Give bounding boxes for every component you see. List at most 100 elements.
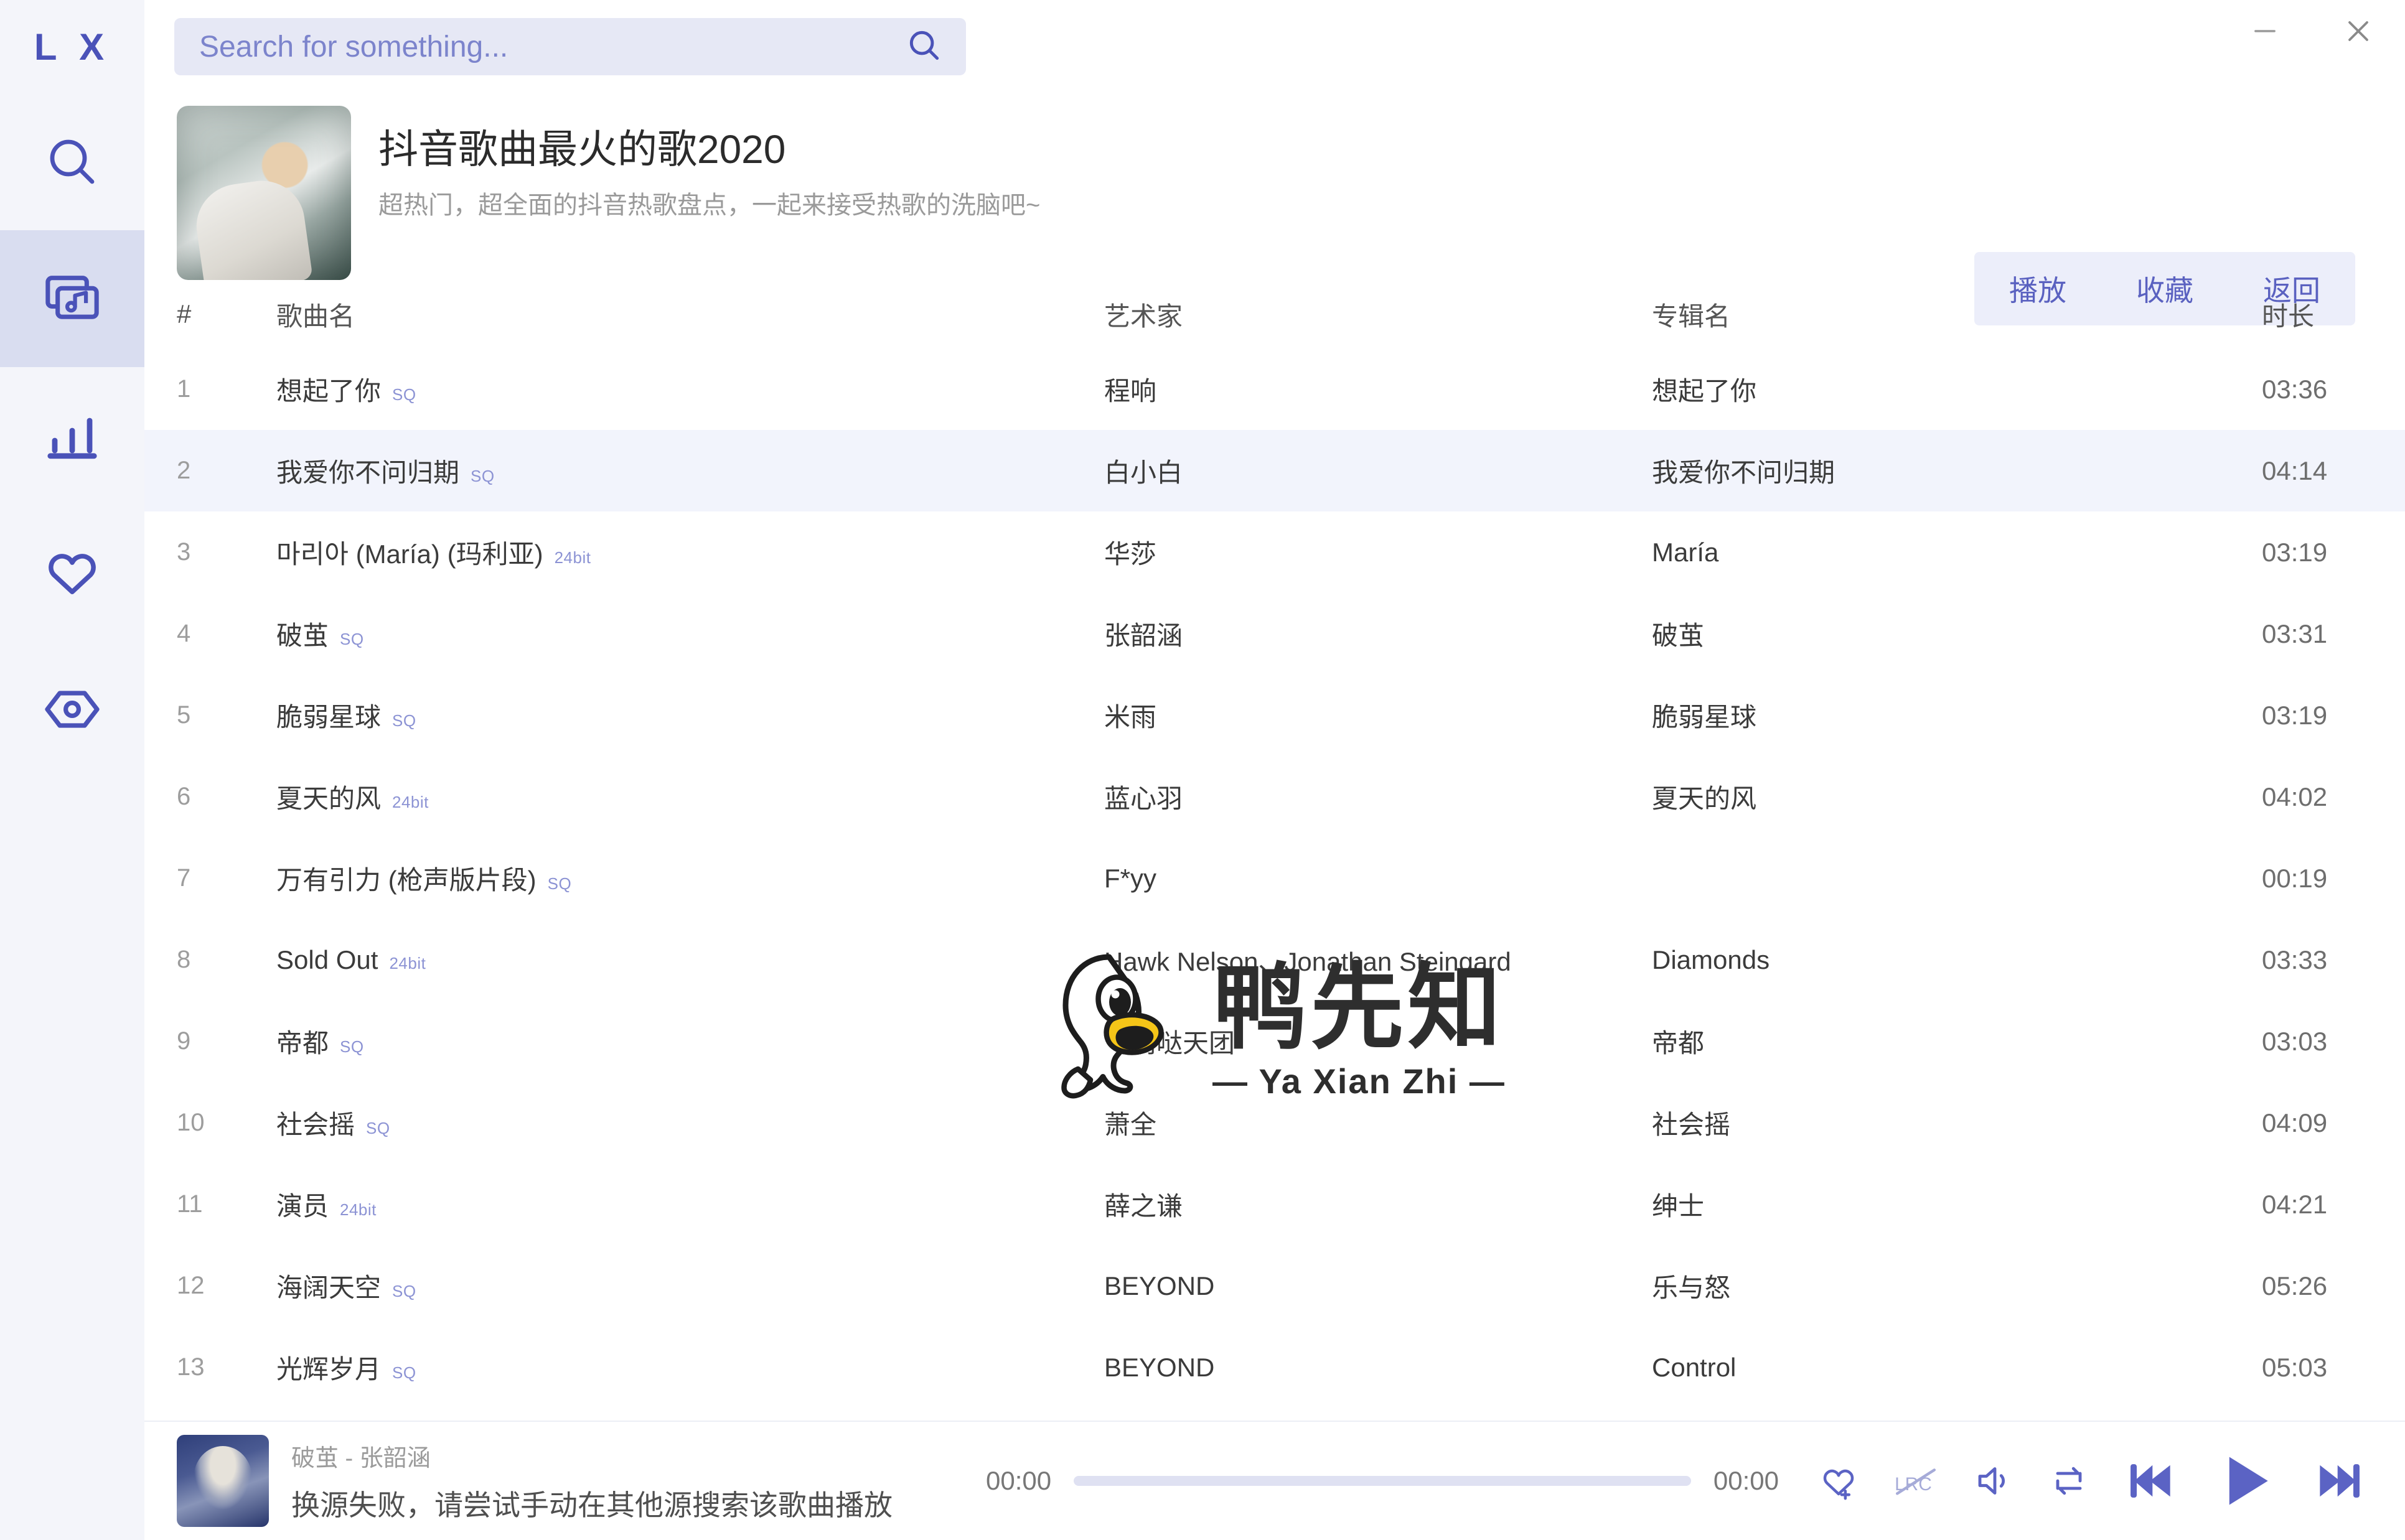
row-number: 1 (177, 375, 191, 403)
progress-slider[interactable] (1074, 1476, 1691, 1486)
row-duration: 03:33 (2262, 945, 2328, 974)
row-artist: BEYOND (1104, 1271, 1215, 1300)
song-title: 社会摇 (276, 1110, 355, 1139)
row-title-cell: 帝都 SQ (276, 1022, 1104, 1060)
quality-badge: SQ (340, 630, 364, 648)
table-row[interactable]: 2 我爱你不问归期 SQ 白小白 我爱你不问归期 04:14 (144, 430, 2405, 511)
quality-badge: SQ (547, 874, 572, 893)
quality-badge: SQ (366, 1119, 390, 1137)
table-row[interactable]: 13 光辉岁月 SQ BEYOND Control 05:03 (144, 1327, 2405, 1408)
row-number: 2 (177, 457, 191, 484)
table-row[interactable]: 10 社会摇 SQ 萧全 社会摇 04:09 (144, 1082, 2405, 1164)
table-header: # 歌曲名 艺术家 专辑名 时长 (144, 280, 2405, 348)
now-playing-cover (177, 1435, 269, 1527)
song-title: 夏天的风 (276, 784, 382, 813)
main-area: 抖音歌曲最火的歌2020 超热门，超全面的抖音热歌盘点，一起来接受热歌的洗脑吧~… (144, 0, 2405, 1540)
table-row[interactable]: 4 破茧 SQ 张韶涵 破茧 03:31 (144, 593, 2405, 674)
row-number: 3 (177, 538, 191, 566)
lrc-off-icon[interactable]: LRC (1892, 1458, 1939, 1503)
total-time: 00:00 (1713, 1466, 1779, 1495)
quality-badge: 24bit (389, 953, 426, 973)
row-duration: 04:09 (2262, 1108, 2328, 1137)
table-row[interactable]: 9 帝都 SQ 萌萌哒天团 帝都 03:03 (144, 1001, 2405, 1082)
row-duration: 03:03 (2262, 1026, 2328, 1056)
row-duration: 03:19 (2262, 537, 2328, 567)
sidebar-item-settings[interactable] (0, 641, 144, 778)
row-album: Control (1652, 1352, 1737, 1382)
row-album: 社会摇 (1652, 1110, 1731, 1139)
table-row[interactable]: 1 想起了你 SQ 程响 想起了你 03:36 (144, 348, 2405, 430)
search-input[interactable] (199, 29, 893, 64)
add-favorite-icon[interactable] (1816, 1458, 1861, 1503)
table-row[interactable]: 7 万有引力 (枪声版片段) SQ F*yy 00:19 (144, 838, 2405, 919)
progress-area: 00:00 00:00 (986, 1466, 1779, 1496)
row-title-cell: Sold Out 24bit (276, 945, 1104, 975)
table-row[interactable]: 8 Sold Out 24bit Hawk Nelson、Jonathan Stein… (144, 919, 2405, 1001)
play-icon[interactable] (2211, 1447, 2279, 1515)
header-artist: 艺术家 (1104, 301, 1183, 331)
top-bar (144, 0, 2405, 93)
bar-chart-icon (42, 406, 102, 465)
row-number: 12 (177, 1272, 205, 1299)
row-title-cell: 社会摇 SQ (276, 1104, 1104, 1142)
search-icon (42, 132, 102, 192)
playlist-music-icon (41, 268, 103, 330)
table-row[interactable]: 6 夏天的风 24bit 蓝心羽 夏天的风 04:02 (144, 756, 2405, 838)
row-album: 想起了你 (1652, 376, 1757, 406)
now-playing-info: 破茧 - 张韶涵 换源失败，请尝试手动在其他源搜索该歌曲播放 (291, 1439, 893, 1524)
row-number: 10 (177, 1109, 205, 1136)
row-artist: 萧全 (1104, 1110, 1157, 1139)
close-button[interactable] (2312, 0, 2405, 62)
window-controls (2218, 0, 2405, 93)
next-icon[interactable] (2310, 1452, 2368, 1510)
row-artist: BEYOND (1104, 1352, 1215, 1382)
row-artist: F*yy (1104, 863, 1156, 893)
row-number: 9 (177, 1027, 191, 1055)
table-row[interactable]: 11 演员 24bit 薛之谦 绅士 04:21 (144, 1164, 2405, 1245)
hexagon-eye-icon (42, 679, 102, 739)
row-number: 13 (177, 1353, 205, 1381)
row-artist: 张韶涵 (1104, 621, 1183, 650)
player-controls: LRC (1816, 1447, 2368, 1515)
player-status-text: 换源失败，请尝试手动在其他源搜索该歌曲播放 (291, 1488, 893, 1521)
row-title-cell: 마리아 (María) (玛利亚) 24bit (276, 533, 1104, 571)
sidebar-item-leaderboard[interactable] (0, 367, 144, 504)
volume-icon[interactable] (1971, 1458, 2015, 1503)
row-duration: 05:26 (2262, 1271, 2328, 1300)
table-row[interactable]: 3 마리아 (María) (玛利亚) 24bit 华莎 María 03:19 (144, 511, 2405, 593)
song-title: 演员 (276, 1192, 329, 1221)
sidebar-item-playlist[interactable] (0, 230, 144, 367)
playlist-header: 抖音歌曲最火的歌2020 超热门，超全面的抖音热歌盘点，一起来接受热歌的洗脑吧~… (144, 93, 2405, 325)
repeat-icon[interactable] (2046, 1458, 2091, 1503)
sidebar-item-favorites[interactable] (0, 504, 144, 641)
song-title: 光辉岁月 (276, 1355, 382, 1384)
previous-icon[interactable] (2122, 1452, 2180, 1510)
row-artist: 米雨 (1104, 702, 1157, 732)
song-title: 想起了你 (276, 376, 382, 406)
sidebar-item-search[interactable] (0, 93, 144, 230)
row-album: 破茧 (1652, 621, 1705, 650)
header-album: 专辑名 (1652, 301, 1731, 331)
row-title-cell: 想起了你 SQ (276, 370, 1104, 408)
row-title-cell: 万有引力 (枪声版片段) SQ (276, 859, 1104, 897)
search-icon[interactable] (905, 26, 944, 68)
table-row[interactable]: 5 脆弱星球 SQ 米雨 脆弱星球 03:19 (144, 674, 2405, 756)
search-box[interactable] (174, 18, 966, 75)
row-duration: 04:02 (2262, 782, 2328, 811)
song-title: 帝都 (276, 1029, 329, 1058)
header-num: # (177, 299, 192, 329)
minimize-button[interactable] (2218, 0, 2312, 62)
quality-badge: SQ (392, 1282, 416, 1300)
table-body: 1 想起了你 SQ 程响 想起了你 03:36 2 我爱你不问归期 SQ 白小白 我爱你不问归期 04… (144, 348, 2405, 1408)
playlist-subtitle: 超热门，超全面的抖音热歌盘点，一起来接受热歌的洗脑吧~ (378, 192, 1041, 219)
table-row[interactable]: 12 海阔天空 SQ BEYOND 乐与怒 05:26 (144, 1245, 2405, 1327)
row-title-cell: 演员 24bit (276, 1185, 1104, 1223)
row-artist: 蓝心羽 (1104, 784, 1183, 813)
quality-badge: SQ (392, 1363, 416, 1382)
row-title-cell: 光辉岁月 SQ (276, 1348, 1104, 1386)
row-duration: 03:36 (2262, 374, 2328, 404)
row-duration: 04:21 (2262, 1189, 2328, 1219)
row-duration: 03:19 (2262, 700, 2328, 730)
row-artist: 薛之谦 (1104, 1192, 1183, 1221)
row-title-cell: 夏天的风 24bit (276, 778, 1104, 816)
